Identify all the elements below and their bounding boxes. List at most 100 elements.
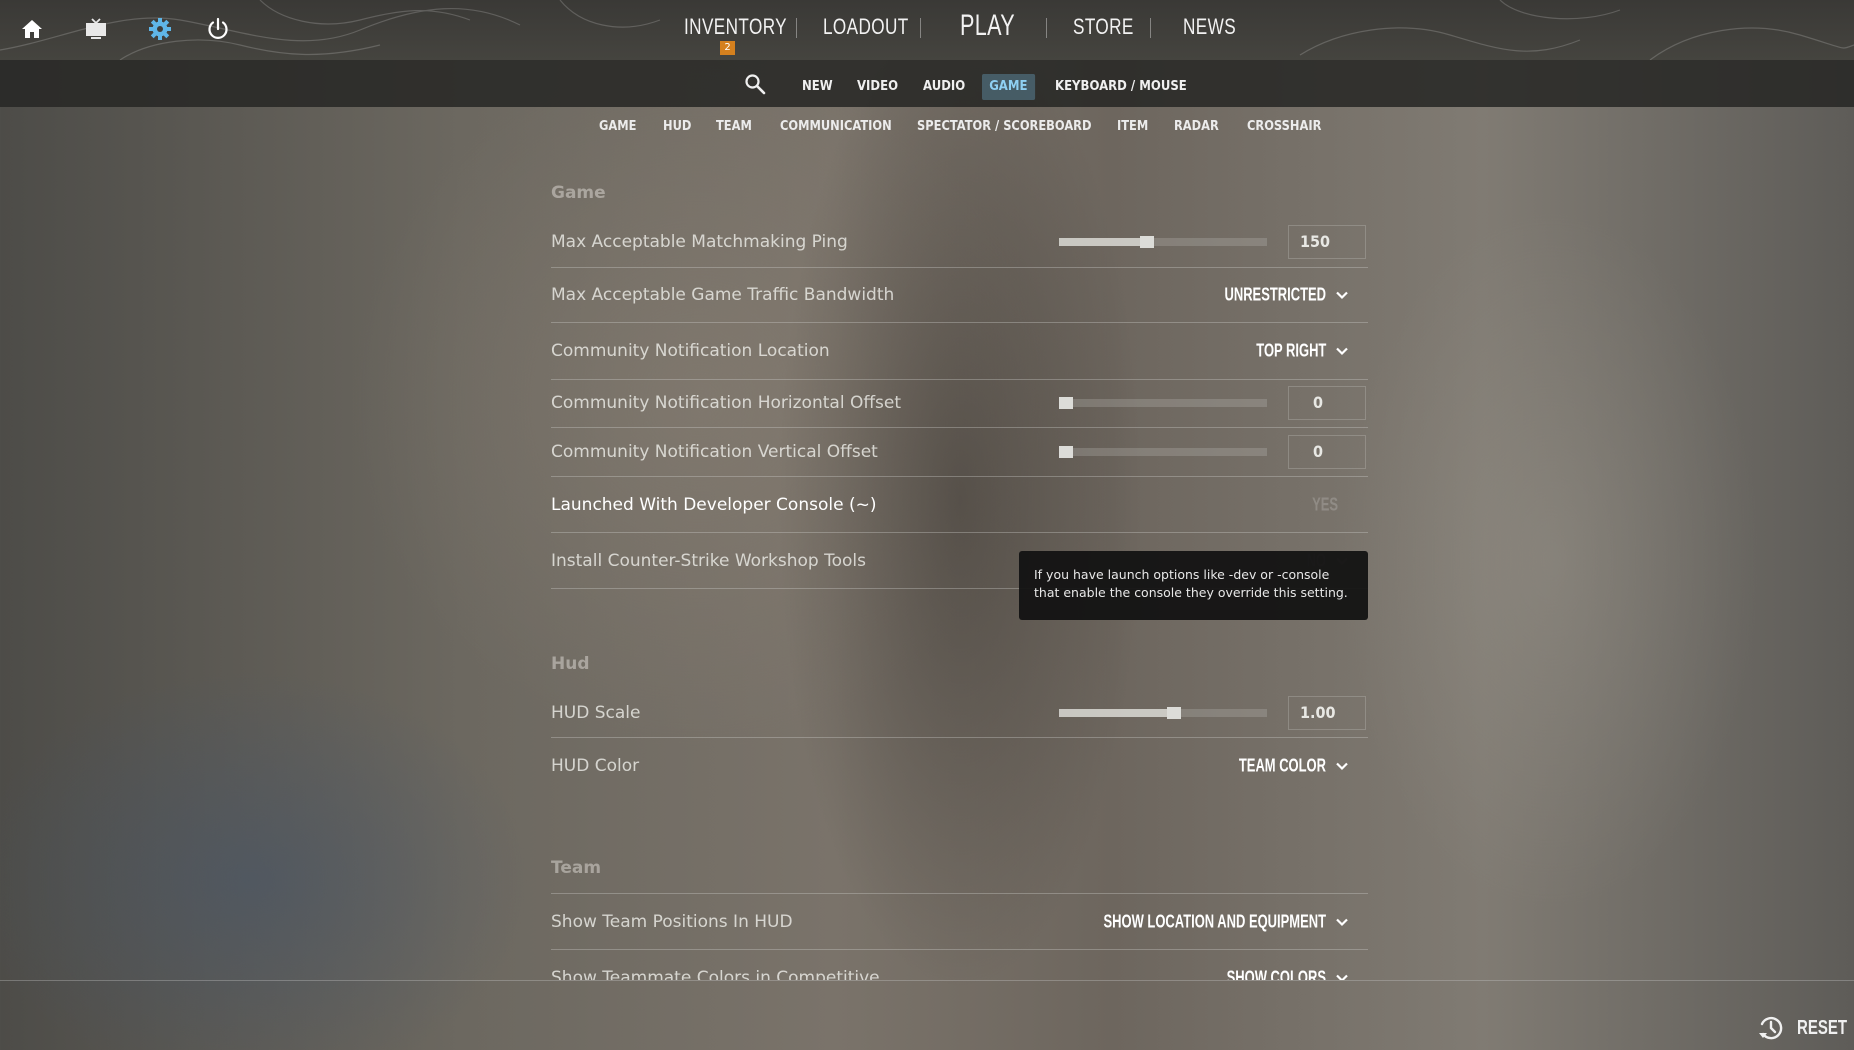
developer-console-value: YES [1302, 495, 1338, 516]
setting-row-horizontal-offset: Community Notification Horizontal Offset… [551, 378, 1368, 428]
horizontal-offset-slider[interactable] [1059, 397, 1267, 409]
setting-row-hud-scale: HUD Scale 1.00 [551, 688, 1368, 738]
setting-row-traffic-bandwidth: Max Acceptable Game Traffic Bandwidth UN… [551, 270, 1368, 320]
reset-label: RESET [1797, 1016, 1848, 1039]
setting-label: Install Counter-Strike Workshop Tools [551, 551, 866, 571]
team-positions-dropdown[interactable]: SHOW LOCATION AND EQUIPMENT [1017, 912, 1350, 933]
home-button[interactable] [17, 14, 47, 44]
slider-fill [1059, 238, 1141, 246]
notification-location-dropdown[interactable]: TOP RIGHT [1229, 341, 1350, 362]
section-header-team: Team [551, 858, 602, 878]
row-divider [551, 476, 1368, 477]
setting-row-notification-location: Community Notification Location TOP RIGH… [551, 326, 1368, 376]
gear-icon [149, 18, 171, 40]
nav-store[interactable]: STORE [1073, 14, 1134, 40]
chevron-down-icon [1336, 918, 1348, 926]
setting-row-matchmaking-ping: Max Acceptable Matchmaking Ping 150 [551, 217, 1368, 267]
setting-label: Community Notification Horizontal Offset [551, 393, 902, 413]
setting-row-vertical-offset: Community Notification Vertical Offset 0 [551, 427, 1368, 477]
slider-thumb[interactable] [1140, 236, 1155, 248]
search-button[interactable] [744, 73, 766, 99]
vertical-offset-input[interactable]: 0 [1288, 435, 1366, 469]
setting-label: Max Acceptable Game Traffic Bandwidth [551, 285, 895, 305]
row-divider [551, 322, 1368, 323]
reset-button[interactable]: RESET [1757, 1014, 1854, 1042]
settings-button[interactable] [145, 14, 175, 44]
subnav-game[interactable]: GAME [982, 74, 1035, 100]
setting-label: Community Notification Location [551, 341, 830, 361]
slider-thumb[interactable] [1059, 397, 1073, 409]
section-header-hud: Hud [551, 654, 590, 674]
setting-label: Show Team Positions In HUD [551, 912, 793, 932]
row-divider [551, 737, 1368, 738]
setting-label: Max Acceptable Matchmaking Ping [551, 232, 848, 252]
subnav-video[interactable]: VIDEO [857, 74, 898, 100]
ping-slider[interactable] [1059, 236, 1267, 248]
tab-radar[interactable]: RADAR [1174, 119, 1219, 134]
nav-inventory[interactable]: INVENTORY [684, 14, 787, 40]
tab-item[interactable]: ITEM [1117, 119, 1148, 134]
nav-play[interactable]: PLAY [960, 9, 1015, 43]
nav-divider [920, 18, 921, 38]
nav-news[interactable]: NEWS [1183, 14, 1236, 40]
setting-label: Launched With Developer Console (~) [551, 495, 877, 515]
tab-spectator-scoreboard[interactable]: SPECTATOR / SCOREBOARD [917, 119, 1091, 134]
setting-label: HUD Color [551, 756, 640, 776]
setting-row-team-positions: Show Team Positions In HUD SHOW LOCATION… [551, 897, 1368, 947]
tab-crosshair[interactable]: CROSSHAIR [1247, 119, 1321, 134]
chevron-down-icon [1336, 291, 1348, 299]
dropdown-value: SHOW COLORS [1226, 967, 1326, 981]
dropdown-value: UNRESTRICTED [1224, 284, 1326, 305]
quit-button[interactable] [203, 14, 233, 44]
toggle-value: YES [1312, 494, 1338, 515]
tab-communication[interactable]: COMMUNICATION [780, 119, 892, 134]
setting-row-hud-color: HUD Color TEAM COLOR [551, 741, 1368, 791]
contour-background [0, 0, 1854, 60]
hud-scale-input[interactable]: 1.00 [1288, 696, 1366, 730]
setting-row-teammate-colors: Show Teammate Colors in Competitive SHOW… [551, 953, 1368, 980]
home-icon [22, 20, 42, 38]
nav-divider [1150, 18, 1151, 38]
section-header-game: Game [551, 183, 606, 203]
power-icon [208, 17, 228, 39]
row-divider [551, 949, 1368, 950]
setting-row-developer-console: Launched With Developer Console (~) YES [551, 480, 1368, 530]
tab-game[interactable]: GAME [599, 119, 636, 134]
row-divider [551, 893, 1368, 894]
subnav-audio[interactable]: AUDIO [923, 74, 965, 100]
inventory-badge: 2 [720, 41, 735, 55]
vertical-offset-slider[interactable] [1059, 446, 1267, 458]
chevron-down-icon [1336, 974, 1348, 980]
tab-hud[interactable]: HUD [663, 119, 691, 134]
nav-divider [1046, 18, 1047, 38]
hud-color-dropdown[interactable]: TEAM COLOR [1205, 756, 1350, 777]
bandwidth-dropdown[interactable]: UNRESTRICTED [1185, 285, 1350, 306]
ping-value-input[interactable]: 150 [1288, 225, 1366, 259]
slider-fill [1059, 709, 1168, 717]
dropdown-value: SHOW LOCATION AND EQUIPMENT [1103, 911, 1326, 932]
dropdown-value: TOP RIGHT [1255, 340, 1326, 361]
row-divider [551, 532, 1368, 533]
developer-console-tooltip: If you have launch options like -dev or … [1019, 551, 1368, 620]
footer-divider [0, 980, 1854, 981]
horizontal-offset-input[interactable]: 0 [1288, 386, 1366, 420]
nav-divider [796, 18, 797, 38]
subnav-new[interactable]: NEW [802, 74, 833, 100]
search-icon [745, 74, 766, 95]
chevron-down-icon [1336, 762, 1348, 770]
hud-scale-slider[interactable] [1059, 707, 1267, 719]
setting-label: Community Notification Vertical Offset [551, 442, 878, 462]
teammate-colors-dropdown[interactable]: SHOW COLORS [1188, 967, 1350, 981]
row-divider [551, 267, 1368, 268]
setting-label: Show Teammate Colors in Competitive [551, 968, 880, 980]
dropdown-value: TEAM COLOR [1238, 755, 1326, 776]
tv-icon [86, 18, 106, 39]
nav-loadout[interactable]: LOADOUT [823, 14, 909, 40]
setting-label: HUD Scale [551, 703, 641, 723]
slider-thumb[interactable] [1167, 707, 1182, 719]
tab-team[interactable]: TEAM [716, 119, 752, 134]
chevron-down-icon [1336, 347, 1348, 355]
watch-button[interactable] [81, 14, 111, 44]
subnav-keyboard-mouse[interactable]: KEYBOARD / MOUSE [1055, 74, 1187, 100]
slider-thumb[interactable] [1059, 446, 1073, 458]
